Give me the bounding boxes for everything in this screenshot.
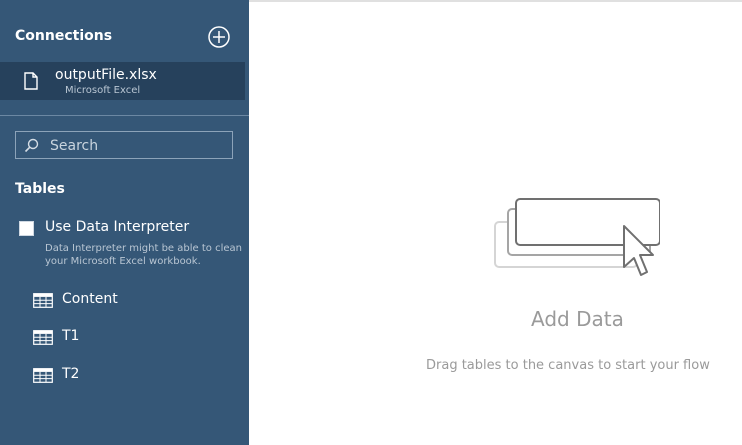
table-icon	[33, 330, 53, 345]
search-input[interactable]	[48, 135, 232, 157]
tables-title: Tables	[15, 181, 65, 197]
table-item-t1[interactable]: T1	[30, 327, 230, 349]
connections-title: Connections	[15, 28, 113, 44]
table-item-content[interactable]: Content	[30, 290, 230, 312]
plus-circle-icon	[208, 26, 230, 48]
connection-name: outputFile.xlsx	[55, 67, 157, 83]
add-data-title: Add Data	[531, 307, 624, 331]
search-box[interactable]	[15, 131, 233, 159]
sidebar-divider	[0, 115, 249, 116]
table-item-t2[interactable]: T2	[30, 365, 230, 387]
add-data-illustration-icon	[494, 198, 660, 276]
table-icon	[33, 293, 53, 308]
add-data-hint: Drag tables to the canvas to start your …	[426, 358, 710, 373]
table-icon	[33, 368, 53, 383]
table-item-label: Content	[62, 291, 118, 307]
table-item-label: T1	[62, 328, 80, 344]
add-connection-button[interactable]	[208, 26, 230, 48]
data-interpreter-checkbox[interactable]	[19, 221, 34, 236]
file-icon	[24, 72, 38, 90]
connection-type: Microsoft Excel	[65, 85, 141, 96]
search-icon	[24, 138, 39, 153]
sidebar: Connections outputFile.xlsx Microsoft Ex…	[0, 0, 249, 445]
data-interpreter-description: Data Interpreter might be able to clean …	[45, 243, 242, 267]
connection-item[interactable]: outputFile.xlsx Microsoft Excel	[0, 62, 245, 100]
canvas-top-border	[249, 0, 742, 2]
data-interpreter-label: Use Data Interpreter	[45, 219, 190, 235]
table-item-label: T2	[62, 366, 80, 382]
